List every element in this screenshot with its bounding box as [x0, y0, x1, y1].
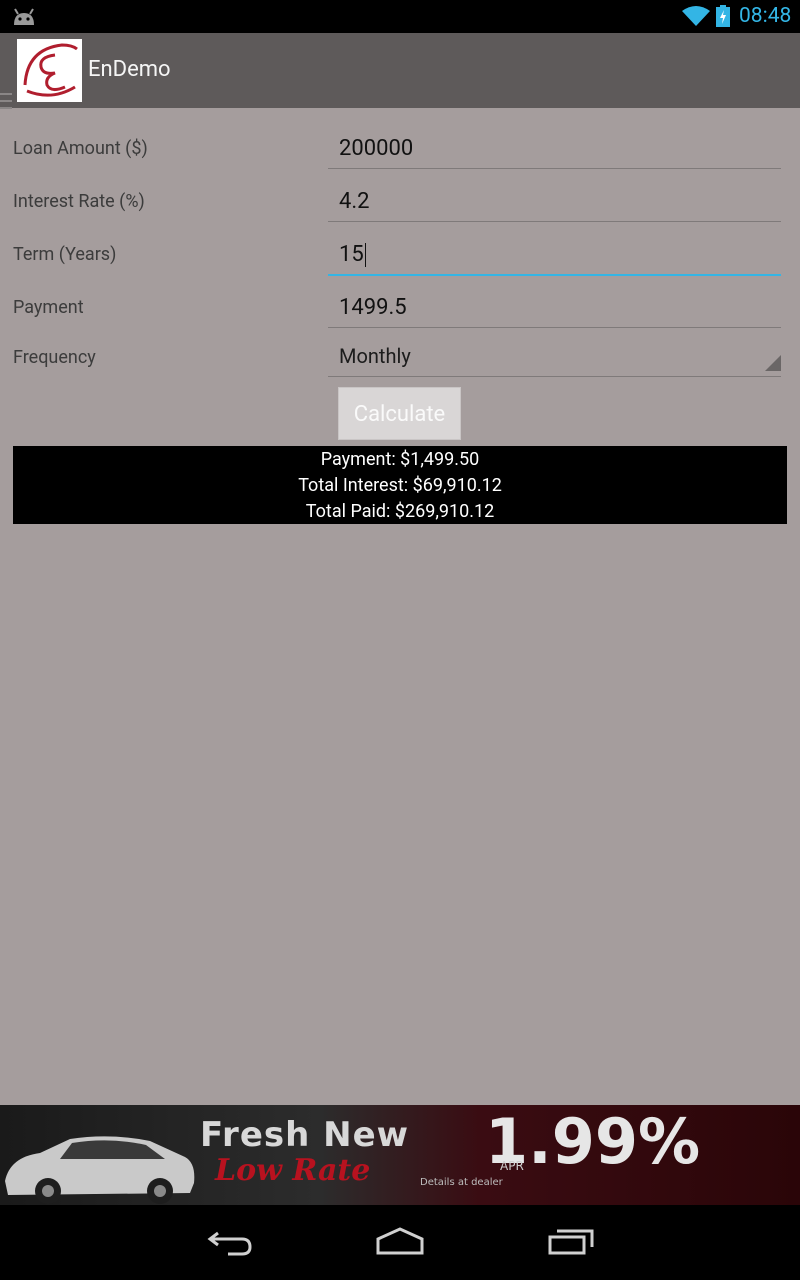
frequency-label: Frequency	[13, 347, 96, 368]
loan-amount-input[interactable]: 200000	[328, 128, 781, 169]
frequency-value: Monthly	[339, 344, 411, 368]
loan-amount-value: 200000	[339, 136, 414, 161]
interest-rate-label: Interest Rate (%)	[13, 191, 145, 212]
app-logo[interactable]	[17, 39, 82, 102]
drawer-indicator-icon[interactable]	[0, 91, 14, 117]
ad-headline: Fresh New	[200, 1115, 410, 1155]
dropdown-triangle-icon	[765, 355, 781, 375]
term-input[interactable]: 15	[328, 234, 781, 276]
payment-value: 1499.5	[339, 295, 407, 320]
result-total-paid: Total Paid: $269,910.12	[305, 501, 495, 522]
ad-banner[interactable]: Fresh New Low Rate Details at dealer 1.9…	[0, 1105, 800, 1205]
term-label: Term (Years)	[13, 244, 117, 265]
navigation-bar	[0, 1205, 800, 1280]
calculate-button[interactable]: Calculate	[338, 387, 461, 440]
interest-rate-value: 4.2	[339, 189, 370, 214]
result-total-interest: Total Interest: $69,910.12	[298, 475, 502, 496]
frequency-spinner[interactable]: Monthly	[328, 340, 781, 377]
android-icon	[12, 7, 36, 31]
status-bar: 08:48	[0, 0, 800, 33]
text-cursor	[364, 243, 366, 268]
ad-subline: Low Rate	[215, 1153, 371, 1188]
wifi-icon	[682, 5, 710, 31]
loan-amount-label: Loan Amount ($)	[13, 138, 148, 159]
interest-rate-input[interactable]: 4.2	[328, 181, 781, 222]
app-title: EnDemo	[88, 57, 171, 82]
home-icon[interactable]	[375, 1227, 425, 1261]
payment-input[interactable]: 1499.5	[328, 287, 781, 328]
status-clock: 08:48	[739, 4, 792, 28]
back-icon[interactable]	[206, 1227, 254, 1261]
action-bar: EnDemo	[0, 33, 800, 109]
payment-label: Payment	[13, 297, 84, 318]
result-payment: Payment: $1,499.50	[320, 449, 480, 470]
term-value: 15	[339, 242, 364, 267]
car-image	[0, 1123, 200, 1205]
ad-fine-print: Details at dealer	[420, 1177, 503, 1188]
results-panel: Payment: $1,499.50 Total Interest: $69,9…	[13, 446, 787, 524]
ad-rate-note: APR	[500, 1159, 524, 1173]
battery-charging-icon	[716, 5, 730, 31]
recent-apps-icon[interactable]	[547, 1227, 595, 1261]
